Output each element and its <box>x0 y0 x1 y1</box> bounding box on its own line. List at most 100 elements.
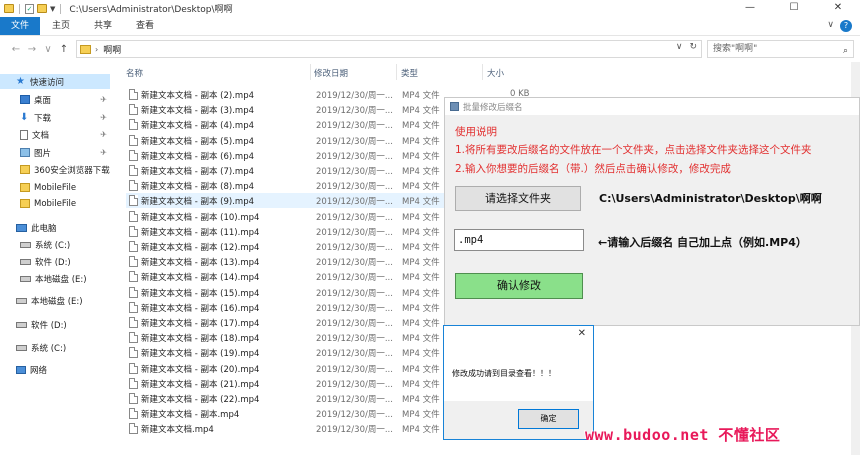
breadcrumb-current-folder[interactable]: 啊啊 <box>103 43 121 56</box>
maximize-button[interactable]: ☐ <box>772 0 816 17</box>
close-button[interactable]: ✕ <box>816 0 860 17</box>
up-button[interactable]: ↑ <box>56 44 72 55</box>
file-date: 2019/12/30/周一... <box>316 379 393 390</box>
column-header-type[interactable]: 类型 <box>401 67 418 79</box>
properties-icon[interactable]: ✓ <box>25 3 34 14</box>
file-type: MP4 文件 <box>402 395 440 405</box>
column-header-size[interactable]: 大小 <box>487 67 504 79</box>
pin-icon: ✈ <box>100 130 107 139</box>
search-input[interactable]: 搜索"啊啊" ⌕ <box>707 40 854 58</box>
file-date: 2019/12/30/周一... <box>316 227 393 238</box>
ribbon-right: ∨ ? <box>827 20 852 32</box>
search-icon[interactable]: ⌕ <box>843 43 848 59</box>
sidebar-item-label: MobileFile <box>34 182 77 193</box>
tab-file[interactable]: 文件 <box>0 17 41 35</box>
file-icon <box>129 195 138 207</box>
file-type: MP4 文件 <box>402 379 440 390</box>
file-date: 2019/12/30/周一... <box>316 349 393 360</box>
sidebar-item-documents[interactable]: 文档 ✈ <box>20 127 115 142</box>
column-divider[interactable] <box>310 64 311 80</box>
expand-ribbon-icon[interactable]: ∨ <box>827 20 834 32</box>
breadcrumb-separator[interactable]: › <box>95 45 98 54</box>
file-date: 2019/12/30/周一... <box>316 212 393 223</box>
file-icon <box>129 225 138 237</box>
network-icon <box>16 365 26 374</box>
sidebar-item-mobilefile-2[interactable]: MobileFile <box>20 196 115 211</box>
pc-icon <box>16 223 27 232</box>
sidebar-item-drive-e-2[interactable]: 本地磁盘 (E:) <box>16 293 111 308</box>
choose-folder-button[interactable]: 请选择文件夹 <box>455 186 581 211</box>
sidebar-item-360-downloads[interactable]: 360安全浏览器下载 <box>20 162 118 177</box>
tab-share[interactable]: 共享 <box>82 17 124 35</box>
file-icon <box>129 210 138 222</box>
sidebar-item-this-pc[interactable]: 此电脑 <box>16 220 111 235</box>
instructions-step-2: 2.输入你想要的后缀名（带.）然后点击确认修改，修改完成 <box>455 163 731 175</box>
sidebar-item-mobilefile[interactable]: MobileFile <box>20 180 115 195</box>
sidebar-item-drive-e[interactable]: 本地磁盘 (E:) <box>20 271 115 286</box>
ok-button[interactable]: 确定 <box>518 409 579 429</box>
sidebar-item-desktop[interactable]: 桌面 ✈ <box>20 92 115 107</box>
pin-icon: ✈ <box>100 148 107 157</box>
file-name: 新建文本文档 - 副本 (18).mp4 <box>141 334 260 345</box>
sidebar-item-downloads[interactable]: ⬇ 下载 ✈ <box>20 110 115 125</box>
watermark-text: www.budoo.net 不懂社区 <box>585 426 781 444</box>
file-type: MP4 文件 <box>402 167 440 177</box>
file-type: MP4 文件 <box>402 227 440 238</box>
sidebar-item-quick-access[interactable]: ★ 快速访问 <box>0 74 110 89</box>
instructions-heading: 使用说明 <box>455 126 497 138</box>
confirm-rename-button[interactable]: 确认修改 <box>455 273 583 299</box>
customize-toolbar-icon[interactable]: ▼ <box>50 5 55 13</box>
address-actions: ∨ ↻ <box>676 42 697 52</box>
sidebar-item-label: 桌面 <box>34 95 52 106</box>
navigation-bar: ← → ∨ ↑ › 啊啊 ∨ ↻ 搜索"啊啊" ⌕ <box>0 37 860 61</box>
new-folder-icon[interactable] <box>37 4 47 13</box>
file-date: 2019/12/30/周一... <box>316 151 393 162</box>
address-bar[interactable]: › 啊啊 ∨ ↻ <box>76 40 702 58</box>
file-date: 2019/12/30/周一... <box>316 334 393 345</box>
message-dialog: ✕ 修改成功请到目录查看！！！ 确定 <box>443 325 594 440</box>
sidebar-item-drive-d-2[interactable]: 软件 (D:) <box>16 317 111 332</box>
drive-icon <box>20 258 31 265</box>
address-dropdown-icon[interactable]: ∨ <box>676 42 683 52</box>
minimize-button[interactable]: — <box>728 0 772 17</box>
file-date: 2019/12/30/周一... <box>316 319 393 329</box>
drive-icon <box>20 275 31 282</box>
folder-icon <box>80 44 91 54</box>
app-icon <box>450 102 459 111</box>
sidebar-item-label: 本地磁盘 (E:) <box>35 274 87 285</box>
sidebar-item-label: 软件 (D:) <box>35 257 71 268</box>
file-date: 2019/12/30/周一... <box>316 258 393 269</box>
column-divider[interactable] <box>482 64 483 80</box>
desktop-icon <box>20 95 30 104</box>
forward-button[interactable]: → <box>24 44 40 55</box>
sidebar-item-network[interactable]: 网络 <box>16 362 111 377</box>
suffix-input[interactable]: .mp4 <box>454 229 584 251</box>
sidebar-item-label: 软件 (D:) <box>31 320 67 331</box>
file-icon <box>129 180 138 192</box>
sidebar-item-drive-c[interactable]: 系统 (C:) <box>20 237 115 252</box>
sidebar-item-drive-d[interactable]: 软件 (D:) <box>20 254 115 269</box>
tab-view[interactable]: 查看 <box>124 17 166 35</box>
selected-path-label: C:\Users\Administrator\Desktop\啊啊 <box>599 192 822 205</box>
folder-icon <box>20 183 30 192</box>
file-icon <box>129 149 138 161</box>
app-title: 批量修改后缀名 <box>463 102 523 113</box>
sidebar-item-pictures[interactable]: 图片 ✈ <box>20 145 115 160</box>
recent-locations-button[interactable]: ∨ <box>40 44 56 55</box>
column-divider[interactable] <box>396 64 397 80</box>
refresh-icon[interactable]: ↻ <box>689 42 697 52</box>
file-name: 新建文本文档 - 副本 (6).mp4 <box>141 151 254 162</box>
file-icon <box>129 347 138 359</box>
column-header-date[interactable]: 修改日期 <box>314 67 348 79</box>
drive-icon <box>16 321 27 328</box>
help-icon[interactable]: ? <box>840 20 852 32</box>
close-icon[interactable]: ✕ <box>578 328 586 339</box>
screen: ✓ ▼ C:\Users\Administrator\Desktop\啊啊 — … <box>0 0 860 455</box>
back-button[interactable]: ← <box>8 44 24 55</box>
file-name: 新建文本文档 - 副本 (19).mp4 <box>141 349 260 360</box>
column-header-name[interactable]: 名称 <box>126 67 143 79</box>
tab-home[interactable]: 主页 <box>40 17 82 35</box>
sidebar-item-drive-c-2[interactable]: 系统 (C:) <box>16 340 111 355</box>
sidebar-item-label: 快速访问 <box>30 77 65 88</box>
file-type: MP4 文件 <box>402 182 440 193</box>
